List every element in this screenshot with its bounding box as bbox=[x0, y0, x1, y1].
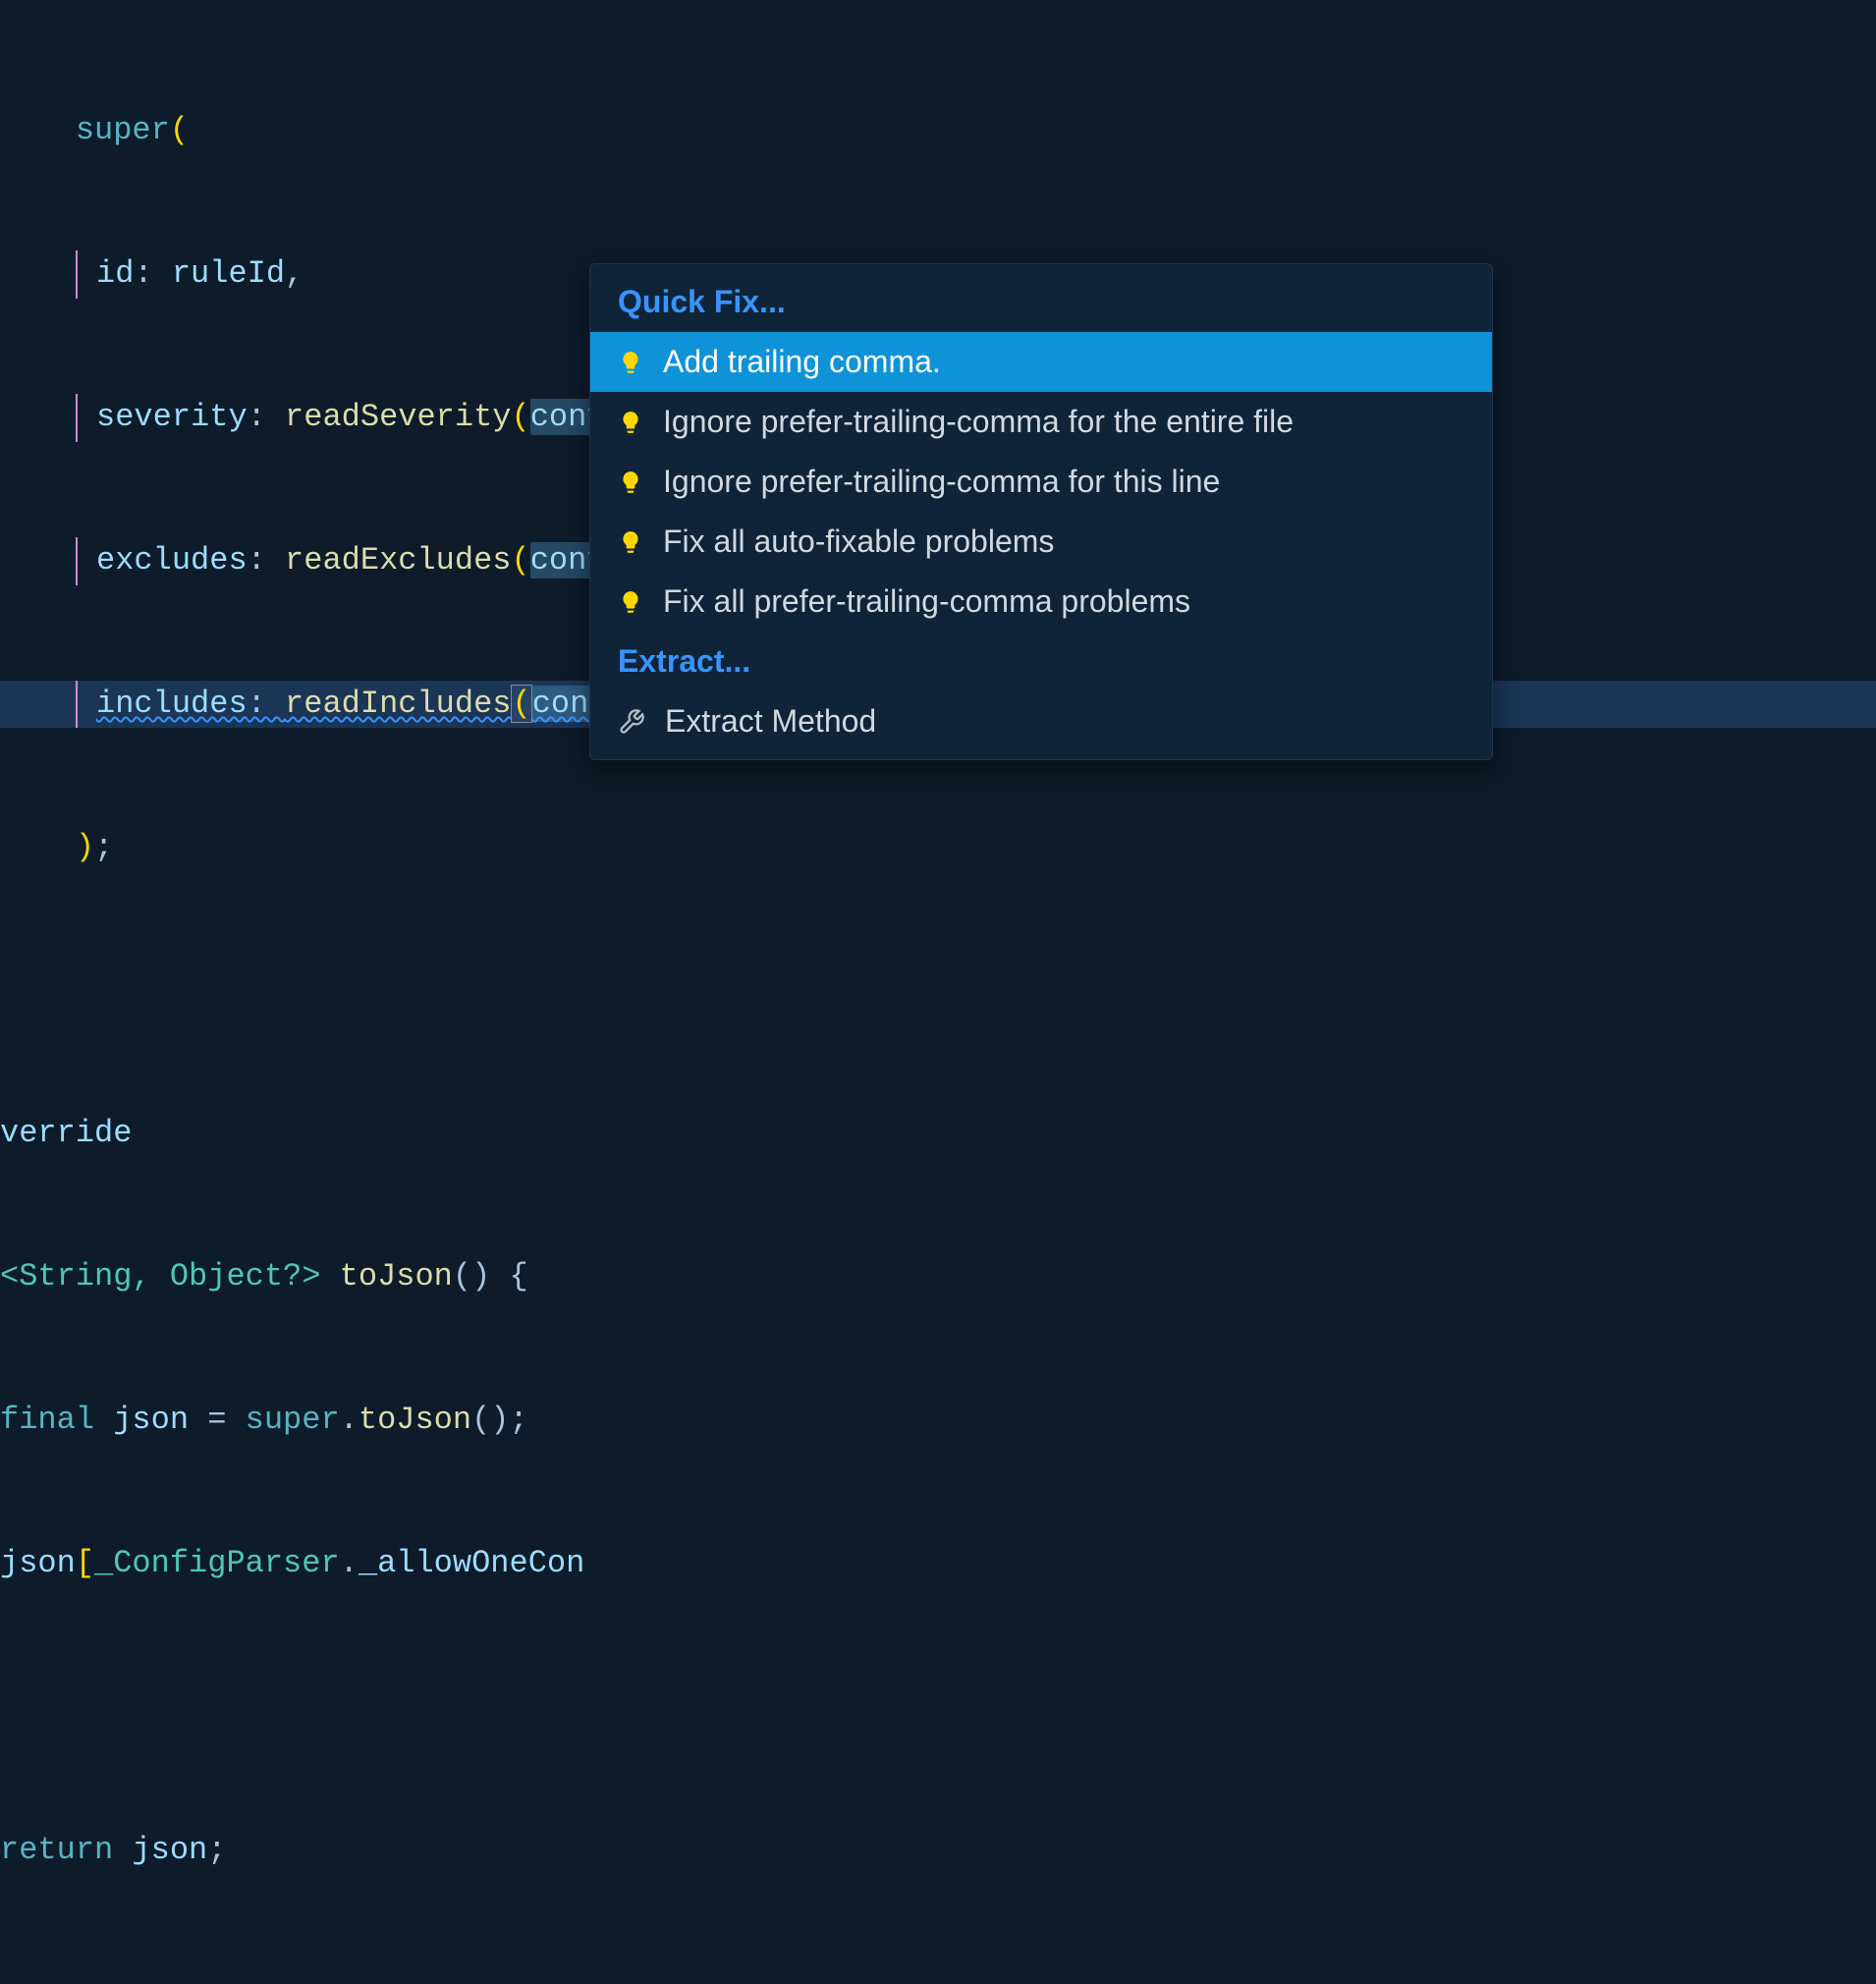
paren-open: ( bbox=[511, 399, 529, 435]
lightbulb-icon bbox=[618, 410, 643, 435]
code-line-blank[interactable] bbox=[0, 1970, 1876, 1984]
quickfix-item-ignore-file[interactable]: Ignore prefer-trailing-comma for the ent… bbox=[590, 392, 1492, 452]
param-severity: severity bbox=[96, 399, 248, 435]
fn-toJson: toJson bbox=[340, 1258, 453, 1295]
lightbulb-icon bbox=[618, 469, 643, 495]
quickfix-item-fix-all-trailing[interactable]: Fix all prefer-trailing-comma problems bbox=[590, 572, 1492, 632]
fn-readIncludes: readIncludes bbox=[285, 686, 511, 722]
dot: . bbox=[340, 1545, 359, 1581]
extract-item-method[interactable]: Extract Method bbox=[590, 691, 1492, 751]
quickfix-item-add-trailing-comma[interactable]: Add trailing comma. bbox=[590, 332, 1492, 392]
quickfix-item-fix-all-auto[interactable]: Fix all auto-fixable problems bbox=[590, 512, 1492, 572]
bracket-open: [ bbox=[76, 1545, 94, 1581]
quickfix-item-ignore-line[interactable]: Ignore prefer-trailing-comma for this li… bbox=[590, 452, 1492, 512]
code-line[interactable]: verride bbox=[0, 1110, 1876, 1158]
annotation-override: verride bbox=[0, 1115, 132, 1151]
lightbulb-icon bbox=[618, 350, 643, 375]
code-line[interactable]: json[_ConfigParser._allowOneCon bbox=[0, 1540, 1876, 1588]
keyword-return: return bbox=[0, 1832, 132, 1868]
parens-semi: (); bbox=[471, 1402, 528, 1438]
prop-allowOneCon: _allowOneCon bbox=[359, 1545, 584, 1581]
param-includes: includes bbox=[96, 686, 248, 722]
dot: . bbox=[340, 1402, 359, 1438]
identifier-json: json bbox=[132, 1832, 207, 1868]
paren-open: ( bbox=[511, 542, 529, 579]
code-line[interactable]: ); bbox=[0, 824, 1876, 872]
code-line[interactable]: return json; bbox=[0, 1827, 1876, 1875]
parens-brace: () { bbox=[453, 1258, 528, 1295]
param-excludes: excludes bbox=[96, 542, 248, 579]
paren-close: ) bbox=[76, 829, 94, 865]
keyword-super: super bbox=[246, 1402, 340, 1438]
colon: : bbox=[248, 686, 285, 722]
quickfix-item-label: Fix all prefer-trailing-comma problems bbox=[663, 583, 1190, 620]
lightbulb-icon bbox=[618, 529, 643, 555]
colon: : bbox=[248, 542, 285, 579]
extract-header: Extract... bbox=[590, 632, 1492, 691]
identifier-json: json bbox=[0, 1545, 76, 1581]
fn-readSeverity: readSeverity bbox=[285, 399, 511, 435]
wrench-icon bbox=[618, 708, 645, 736]
keyword-final: final bbox=[0, 1402, 113, 1438]
quickfix-item-label: Fix all auto-fixable problems bbox=[663, 524, 1054, 560]
code-line[interactable]: <String, Object?> toJson() { bbox=[0, 1253, 1876, 1301]
lightbulb-icon bbox=[618, 589, 643, 615]
code-line[interactable]: final json = super.toJson(); bbox=[0, 1397, 1876, 1445]
code-line-blank[interactable] bbox=[0, 1683, 1876, 1732]
type-map: <String, Object?> bbox=[0, 1258, 340, 1295]
quickfix-header: Quick Fix... bbox=[590, 272, 1492, 332]
quickfix-popup: Quick Fix... Add trailing comma. Ignore … bbox=[589, 263, 1493, 760]
class-ConfigParser: _ConfigParser bbox=[94, 1545, 340, 1581]
identifier-ruleId: ruleId bbox=[172, 255, 285, 292]
fn-toJson: toJson bbox=[359, 1402, 471, 1438]
semicolon: ; bbox=[207, 1832, 226, 1868]
identifier-json: json bbox=[113, 1402, 189, 1438]
param-id: id bbox=[96, 255, 134, 292]
equals: = bbox=[189, 1402, 246, 1438]
code-line-blank[interactable] bbox=[0, 967, 1876, 1016]
quickfix-item-label: Add trailing comma. bbox=[663, 344, 941, 380]
comma: , bbox=[285, 255, 303, 292]
paren-open-match: ( bbox=[511, 685, 531, 723]
colon: : bbox=[248, 399, 285, 435]
keyword-super: super bbox=[76, 112, 170, 148]
colon: : bbox=[134, 255, 171, 292]
code-line[interactable]: super( bbox=[0, 107, 1876, 155]
quickfix-item-label: Ignore prefer-trailing-comma for the ent… bbox=[663, 404, 1294, 440]
fn-readExcludes: readExcludes bbox=[285, 542, 511, 579]
semicolon: ; bbox=[94, 829, 113, 865]
paren-open: ( bbox=[170, 112, 189, 148]
quickfix-item-label: Ignore prefer-trailing-comma for this li… bbox=[663, 464, 1220, 500]
extract-item-label: Extract Method bbox=[665, 703, 876, 740]
